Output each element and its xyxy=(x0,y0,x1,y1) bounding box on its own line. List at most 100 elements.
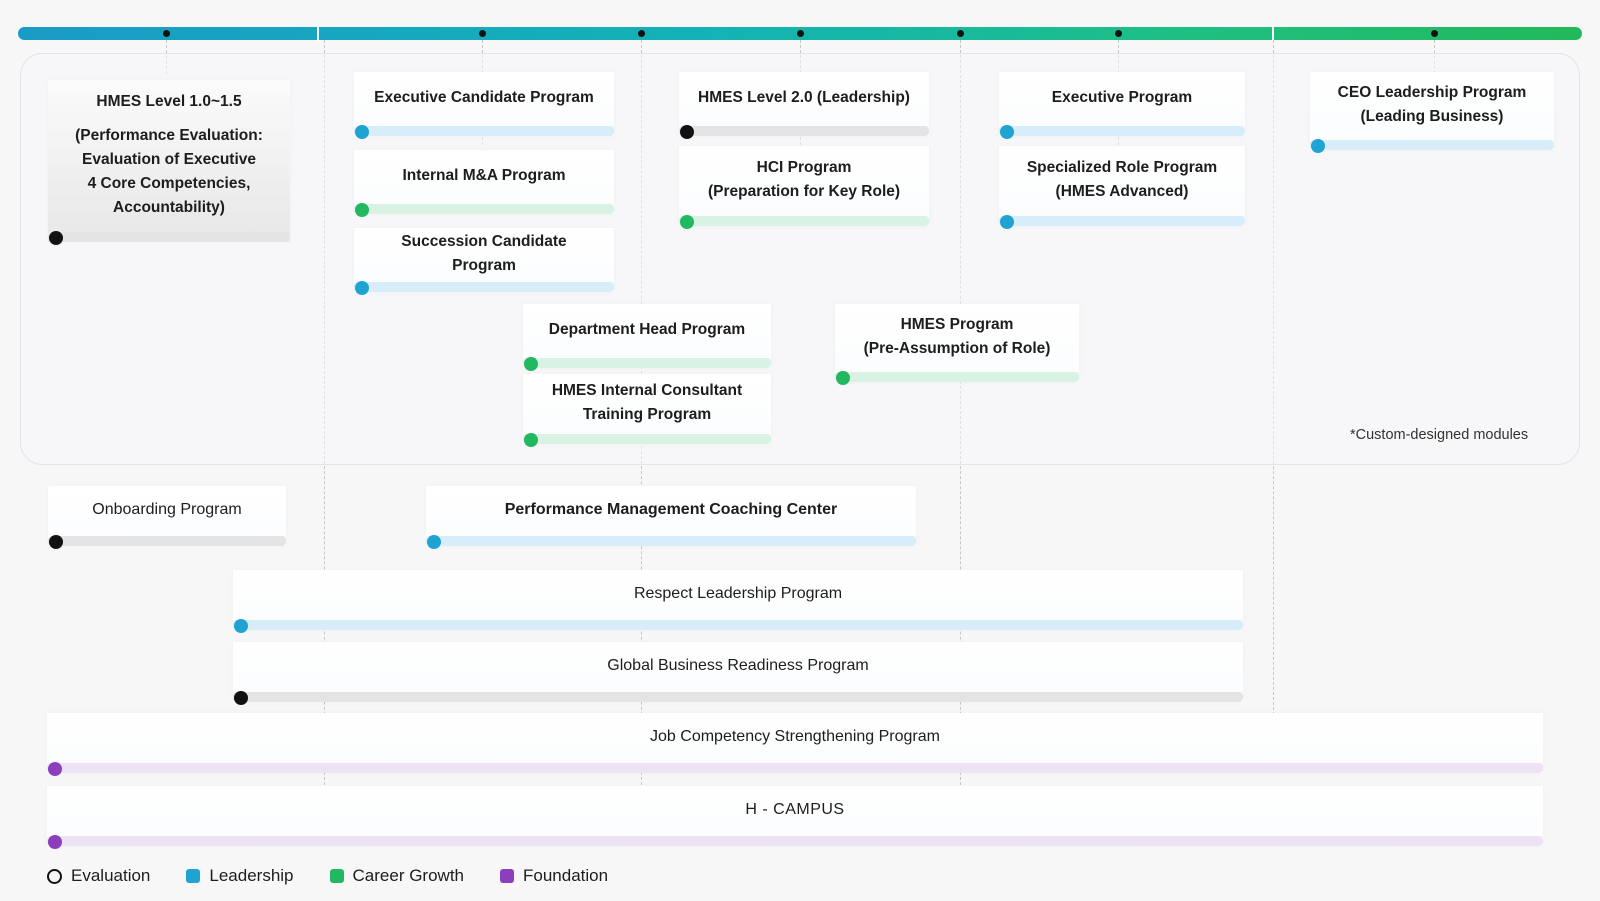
category-bar xyxy=(523,434,771,444)
evaluation-swatch-icon xyxy=(47,868,62,884)
program-subtitle: (HMES Advanced) xyxy=(1055,183,1189,200)
program-card-hmes-program[interactable]: HMES Program (Pre-Assumption of Role) xyxy=(835,304,1079,385)
program-title: Specialized Role Program xyxy=(1026,159,1218,176)
program-subtitle: (Performance Evaluation: xyxy=(75,127,263,144)
program-card-hmes-level-1[interactable]: HMES Level 1.0~1.5 (Performance Evaluati… xyxy=(48,80,290,245)
program-card-internal-ma[interactable]: Internal M&A Program xyxy=(354,150,614,217)
program-card-ceo-leadership[interactable]: CEO Leadership Program (Leading Business… xyxy=(1310,72,1554,153)
category-bar xyxy=(354,204,614,214)
program-title: Global Business Readiness Program xyxy=(607,657,869,674)
program-title: HCI Program xyxy=(756,159,852,176)
program-title: Executive Candidate Program xyxy=(374,89,594,106)
timeline-marker xyxy=(1431,30,1438,37)
career-growth-dot xyxy=(524,433,538,447)
evaluation-dot xyxy=(680,125,694,139)
category-bar xyxy=(47,763,1543,773)
category-bar xyxy=(679,126,929,136)
career-growth-swatch-icon xyxy=(329,869,344,883)
category-bar xyxy=(835,372,1079,382)
category-bar xyxy=(1310,140,1554,150)
category-bar xyxy=(48,536,286,546)
legend-item-leadership: Leadership xyxy=(186,866,294,886)
leadership-dot xyxy=(1000,215,1014,229)
program-subtitle: Accountability) xyxy=(113,199,225,216)
program-title: Onboarding Program xyxy=(92,501,242,518)
program-title: H - CAMPUS xyxy=(745,801,845,818)
legend-item-evaluation: Evaluation xyxy=(47,866,150,886)
program-card-respect-leadership[interactable]: Respect Leadership Program xyxy=(233,570,1243,633)
career-growth-dot xyxy=(355,203,369,217)
timeline-marker xyxy=(163,30,170,37)
legend-label: Evaluation xyxy=(71,866,151,885)
program-title: Internal M&A Program xyxy=(402,167,566,184)
program-title: HMES Program xyxy=(900,316,1014,333)
program-subtitle: (Preparation for Key Role) xyxy=(707,183,901,200)
timeline-marker xyxy=(479,30,486,37)
program-card-h-campus[interactable]: H - CAMPUS xyxy=(47,786,1543,849)
category-bar xyxy=(354,282,614,292)
program-card-succession-candidate[interactable]: Succession Candidate Program xyxy=(354,228,614,295)
category-bar xyxy=(999,126,1245,136)
program-card-hmes-internal-consultant[interactable]: HMES Internal Consultant Training Progra… xyxy=(523,374,771,447)
evaluation-dot xyxy=(49,231,63,245)
program-title: Department Head Program xyxy=(548,321,746,338)
program-title: Succession Candidate Program xyxy=(401,233,567,274)
program-card-onboarding[interactable]: Onboarding Program xyxy=(48,486,286,549)
timeline-marker xyxy=(797,30,804,37)
program-title: Job Competency Strengthening Program xyxy=(650,728,940,745)
legend-label: Leadership xyxy=(209,866,294,885)
program-card-global-business[interactable]: Global Business Readiness Program xyxy=(233,642,1243,705)
category-bar xyxy=(47,836,1543,846)
program-card-executive[interactable]: Executive Program xyxy=(999,72,1245,139)
program-subtitle: 4 Core Competencies, xyxy=(87,175,251,192)
program-subtitle: (Leading Business) xyxy=(1360,108,1504,125)
timeline-marker xyxy=(638,30,645,37)
program-subtitle: Evaluation of Executive xyxy=(82,151,256,168)
career-growth-dot xyxy=(524,357,538,371)
program-card-job-competency[interactable]: Job Competency Strengthening Program xyxy=(47,713,1543,776)
program-title: CEO Leadership Program xyxy=(1337,84,1527,101)
evaluation-dot xyxy=(234,691,248,705)
program-card-department-head[interactable]: Department Head Program xyxy=(523,304,771,371)
program-title: HMES Level 2.0 (Leadership) xyxy=(698,89,910,106)
program-title: Executive Program xyxy=(1051,89,1193,106)
career-growth-dot xyxy=(836,371,850,385)
leadership-dot xyxy=(234,619,248,633)
category-bar xyxy=(233,620,1243,630)
foundation-dot xyxy=(48,762,62,776)
custom-modules-note: *Custom-designed modules xyxy=(1350,427,1529,443)
legend: Evaluation Leadership Career Growth Foun… xyxy=(47,866,644,886)
program-subtitle: (Pre-Assumption of Role) xyxy=(863,340,1051,357)
timeline-marker xyxy=(1115,30,1122,37)
timeline-marker xyxy=(957,30,964,37)
program-title: Performance Management Coaching Center xyxy=(504,501,838,518)
program-subtitle: Training Program xyxy=(582,406,712,423)
program-title: HMES Internal Consultant xyxy=(551,382,743,399)
program-title: Respect Leadership Program xyxy=(633,585,843,602)
evaluation-dot xyxy=(49,535,63,549)
program-title: HMES Level 1.0~1.5 xyxy=(96,93,242,110)
leadership-dot xyxy=(355,125,369,139)
program-card-executive-candidate[interactable]: Executive Candidate Program xyxy=(354,72,614,139)
leadership-dot xyxy=(427,535,441,549)
legend-item-foundation: Foundation xyxy=(500,866,608,886)
category-bar xyxy=(999,216,1245,226)
timeline-bar xyxy=(18,25,1582,42)
category-bar xyxy=(233,692,1243,702)
timeline-divider xyxy=(317,25,319,42)
leadership-dot xyxy=(1311,139,1325,153)
foundation-dot xyxy=(48,835,62,849)
leadership-dot xyxy=(355,281,369,295)
program-card-hmes-level-2[interactable]: HMES Level 2.0 (Leadership) xyxy=(679,72,929,139)
program-card-specialized-role[interactable]: Specialized Role Program (HMES Advanced) xyxy=(999,146,1245,229)
career-growth-dot xyxy=(680,215,694,229)
foundation-swatch-icon xyxy=(500,869,514,883)
program-card-hci[interactable]: HCI Program (Preparation for Key Role) xyxy=(679,146,929,229)
category-bar xyxy=(48,232,290,242)
legend-label: Foundation xyxy=(523,866,609,885)
leadership-dot xyxy=(1000,125,1014,139)
program-card-performance-coaching[interactable]: Performance Management Coaching Center xyxy=(426,486,916,549)
legend-label: Career Growth xyxy=(352,866,464,885)
category-bar xyxy=(679,216,929,226)
category-bar xyxy=(523,358,771,368)
